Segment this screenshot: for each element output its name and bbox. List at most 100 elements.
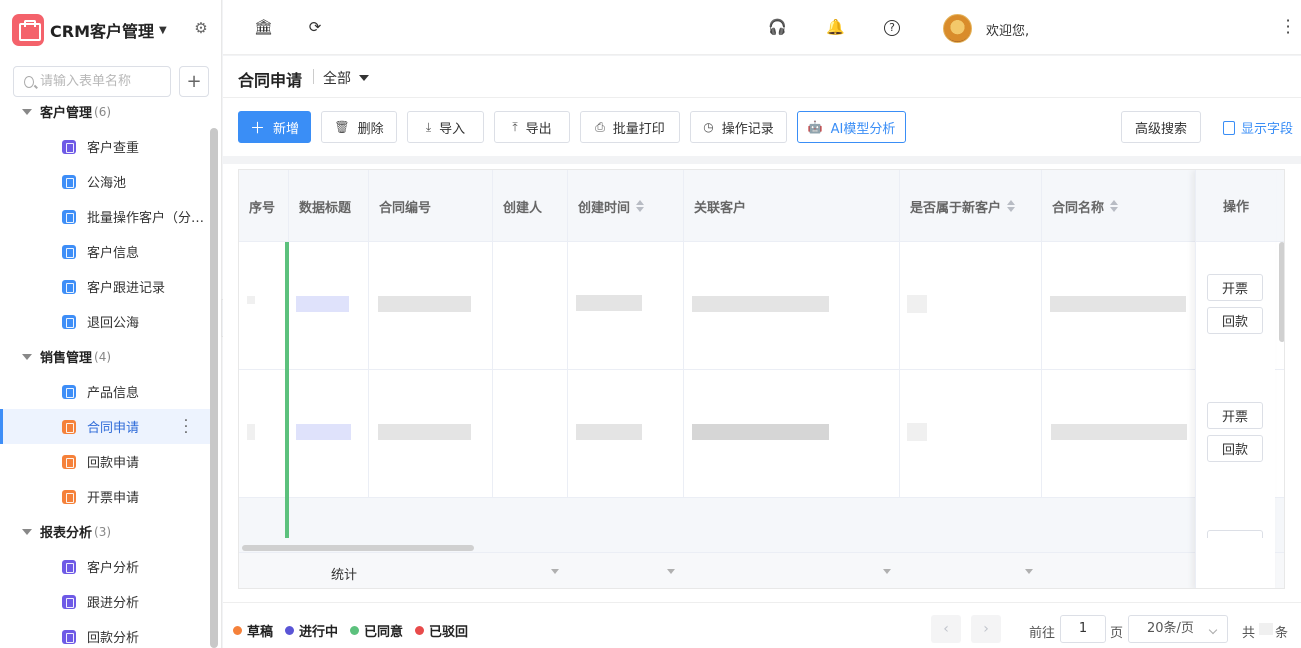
sidebar-item[interactable]: 回款分析 [0, 619, 210, 648]
total-suffix: 条 [1275, 626, 1289, 641]
report-icon [62, 629, 76, 644]
payment-button[interactable]: 回款 [1207, 435, 1263, 462]
page-number-input[interactable]: 1 [1060, 615, 1106, 643]
batch-print-button[interactable]: ⎙ 批量打印 [580, 111, 680, 143]
group-count: (3) [94, 524, 112, 539]
advanced-search-button[interactable]: 高级搜索 [1121, 111, 1201, 143]
sort-icon[interactable] [1110, 200, 1119, 212]
export-button[interactable]: ⤒ 导出 [494, 111, 570, 143]
column-header-label: 操作 [1222, 200, 1249, 215]
bank-icon[interactable]: 🏛 [254, 18, 273, 36]
table-horizontal-scrollbar[interactable] [242, 545, 474, 551]
sidebar-item-label: 批量操作客户（分… [87, 211, 205, 226]
app-root: CRM客户管理 ▼ ⚙ + 客户管理 (6) 客户查重 公海池 批量操作客户（分… [0, 0, 1301, 648]
table-vertical-scrollbar[interactable] [1279, 242, 1284, 342]
headset-support-icon[interactable]: 🎧 [768, 18, 787, 36]
page-size-select[interactable]: 20条/页 [1128, 615, 1228, 643]
column-header-created-time[interactable]: 创建时间 [568, 170, 684, 242]
legend-dot [233, 626, 242, 635]
delete-button-label: 删除 [357, 121, 384, 137]
invoice-button[interactable]: 开票 [1207, 402, 1263, 429]
sidebar-item[interactable]: 客户跟进记录 [0, 269, 210, 304]
new-button[interactable]: ＋ 新增 [238, 111, 311, 143]
sidebar-item[interactable]: 开票申请 [0, 479, 210, 514]
invoice-button-label: 开票 [1221, 410, 1248, 425]
column-header-label: 序号 [249, 200, 276, 216]
summary-dropdown-icon[interactable] [667, 569, 675, 574]
sidebar-item[interactable]: 产品信息 [0, 374, 210, 409]
show-fields-button[interactable]: 显示字段 [1223, 118, 1293, 137]
group-sales-management[interactable]: 销售管理 (4) [0, 339, 210, 374]
sidebar-item[interactable]: 公海池 [0, 164, 210, 199]
report-icon [62, 594, 76, 609]
payment-button[interactable]: 回款 [1207, 307, 1263, 334]
summary-dropdown-icon[interactable] [551, 569, 559, 574]
sidebar-item-label: 客户查重 [87, 141, 140, 156]
column-header-label: 是否属于新客户 [910, 200, 1002, 216]
invoice-button[interactable] [1207, 530, 1263, 538]
operation-log-button[interactable]: ◷ 操作记录 [690, 111, 787, 143]
summary-dropdown-icon[interactable] [1025, 569, 1033, 574]
group-customer-management[interactable]: 客户管理 (6) [0, 100, 210, 129]
sidebar-item[interactable]: 批量操作客户（分… [0, 199, 210, 234]
bell-icon[interactable]: 🔔 [826, 18, 845, 36]
refresh-icon[interactable]: ⟳ [306, 18, 324, 36]
legend-item-in-progress: 进行中 [285, 621, 338, 640]
sidebar-scrollbar[interactable] [210, 128, 218, 648]
sidebar-item-contract-application[interactable]: 合同申请 · · · [0, 409, 210, 444]
avatar[interactable] [943, 14, 972, 43]
sidebar-item[interactable]: 客户信息 [0, 234, 210, 269]
printer-icon: ⎙ [595, 119, 605, 134]
redacted-value [692, 296, 829, 312]
redacted-value [907, 423, 927, 441]
redacted-value[interactable] [296, 424, 351, 440]
sidebar-item[interactable]: 退回公海 [0, 304, 210, 339]
form-icon [62, 244, 76, 259]
column-header-contract-name[interactable]: 合同名称 [1042, 170, 1192, 242]
invoice-button[interactable]: 开票 [1207, 274, 1263, 301]
more-vertical-icon[interactable]: · · · [1285, 13, 1291, 41]
more-vertical-icon[interactable]: · · · [183, 414, 189, 440]
settings-gear-icon[interactable]: ⚙ [193, 20, 209, 36]
divider [313, 69, 314, 84]
summary-dropdown-icon[interactable] [883, 569, 891, 574]
sidebar-item-label: 客户信息 [87, 246, 140, 261]
form-search-input[interactable] [40, 74, 170, 89]
add-form-button[interactable]: + [179, 66, 209, 97]
summary-row: 统计 [239, 552, 1284, 588]
sort-icon[interactable] [1007, 200, 1016, 212]
group-report-analysis[interactable]: 报表分析 (3) [0, 514, 210, 549]
redacted-value [692, 424, 829, 440]
toolbox-logo-icon [12, 14, 44, 46]
sidebar-item[interactable]: 客户分析 [0, 549, 210, 584]
legend-dot [350, 626, 360, 635]
legend-item-draft: 草稿 [233, 621, 273, 640]
column-header-index: 序号 [239, 170, 289, 242]
column-header-label: 创建人 [503, 200, 543, 216]
sidebar-item[interactable]: 跟进分析 [0, 584, 210, 619]
sidebar-item[interactable]: 回款申请 [0, 444, 210, 479]
sidebar-item-label: 客户跟进记录 [87, 281, 166, 296]
expand-arrow-icon [22, 108, 32, 115]
sidebar-item-label: 退回公海 [87, 316, 140, 331]
sidebar-item-label: 客户分析 [87, 561, 140, 576]
redacted-value[interactable] [296, 296, 349, 312]
status-indicator [285, 242, 289, 370]
caret-down-icon[interactable] [359, 75, 369, 81]
status-indicator [285, 498, 289, 538]
help-icon[interactable]: ? [884, 20, 900, 36]
next-page-button[interactable]: › [971, 615, 1001, 643]
sort-icon[interactable] [636, 200, 645, 212]
delete-button[interactable]: 🗑 删除 [321, 111, 397, 143]
sidebar-item[interactable]: 客户查重 [0, 129, 210, 164]
ai-analysis-button[interactable]: 🤖 AI模型分析 [797, 111, 906, 143]
app-switcher[interactable]: CRM客户管理 ▼ [12, 12, 167, 48]
redacted-value [576, 295, 642, 311]
import-button[interactable]: ⤓ 导入 [407, 111, 484, 143]
welcome-text: 欢迎您, [986, 24, 1030, 39]
scope-selector[interactable]: 全部 [323, 68, 351, 88]
redacted-value [907, 295, 927, 313]
legend-label: 草稿 [247, 625, 274, 640]
prev-page-button[interactable]: ‹ [931, 615, 961, 643]
column-header-new-customer[interactable]: 是否属于新客户 [900, 170, 1042, 242]
